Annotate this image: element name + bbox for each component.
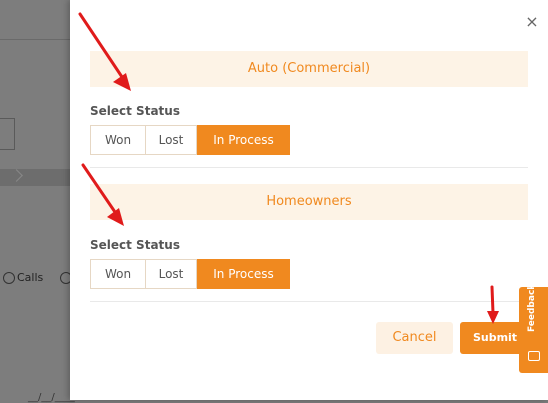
- status-won-button[interactable]: Won: [90, 259, 146, 289]
- status-segmented-control: Won Lost In Process: [90, 259, 290, 289]
- status-lost-button[interactable]: Lost: [146, 125, 197, 155]
- status-in-process-button[interactable]: In Process: [197, 125, 290, 155]
- status-won-button[interactable]: Won: [90, 125, 146, 155]
- section-title-homeowners: Homeowners: [90, 184, 528, 220]
- status-modal: × Auto (Commercial) Select Status Won Lo…: [70, 0, 548, 400]
- section-divider: [90, 167, 528, 168]
- feedback-tab[interactable]: Feedback: [519, 283, 548, 373]
- status-in-process-button[interactable]: In Process: [197, 259, 290, 289]
- background-divider: [0, 39, 70, 40]
- background-date: __/__/____: [28, 392, 75, 403]
- feedback-label: Feedback: [527, 283, 537, 332]
- select-status-label: Select Status: [90, 238, 180, 252]
- background-calls-label: Calls: [17, 271, 44, 284]
- background-radio-calls: [3, 272, 15, 284]
- cancel-button[interactable]: Cancel: [376, 322, 453, 354]
- background-breadcrumb-band: [0, 169, 70, 186]
- section-divider: [90, 301, 528, 302]
- select-status-label: Select Status: [90, 104, 180, 118]
- status-segmented-control: Won Lost In Process: [90, 125, 290, 155]
- chat-icon: [528, 351, 540, 361]
- section-title-auto-commercial: Auto (Commercial): [90, 51, 528, 87]
- close-icon[interactable]: ×: [524, 14, 540, 30]
- status-lost-button[interactable]: Lost: [146, 259, 197, 289]
- background-input: [0, 118, 15, 150]
